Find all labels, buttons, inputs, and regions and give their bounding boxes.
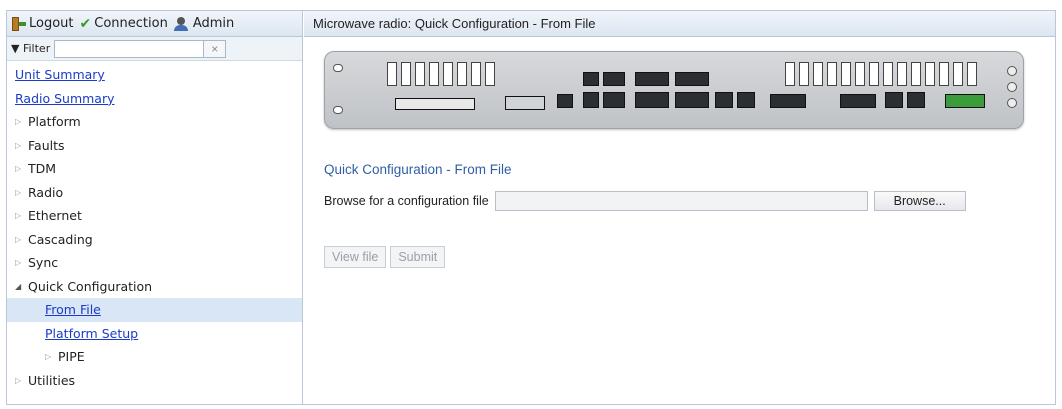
tree-item-label: Faults	[28, 137, 65, 153]
filter-bar: ▼ Filter ×	[7, 37, 302, 61]
tree-item-cascading[interactable]: ▷ Cascading	[7, 228, 302, 252]
checkmark-icon: ✔	[79, 15, 92, 32]
triangle-right-icon: ▷	[15, 258, 22, 268]
action-buttons: View file Submit	[324, 246, 446, 268]
tree-item-radio[interactable]: ▷ Radio	[7, 181, 302, 205]
triangle-right-icon: ▷	[15, 211, 22, 221]
sfp-port	[635, 72, 669, 86]
tree-link-label: Platform Setup	[45, 325, 139, 341]
browse-button[interactable]: Browse...	[873, 191, 966, 211]
admin-user-icon	[173, 16, 190, 31]
tree-item-from-file[interactable]: From File	[7, 298, 302, 322]
ethernet-port	[715, 92, 733, 108]
ethernet-port	[907, 92, 925, 108]
tree-item-unit-summary[interactable]: Unit Summary	[7, 63, 302, 87]
triangle-down-icon: ▼	[11, 42, 20, 55]
tree-item-label: Utilities	[28, 372, 76, 388]
logout-button[interactable]: Logout	[12, 16, 74, 31]
tree-item-label: PIPE	[58, 349, 85, 365]
view-file-button[interactable]: View file	[324, 246, 387, 268]
vent-slots	[387, 62, 495, 86]
connection-button[interactable]: ✔ Connection	[80, 16, 168, 31]
mount-hole-icon	[333, 64, 343, 72]
ethernet-port	[583, 92, 599, 108]
tree-item-label: Ethernet	[28, 208, 82, 224]
triangle-right-icon: ▷	[15, 375, 22, 385]
tree-link-label: From File	[45, 302, 101, 318]
ethernet-port	[603, 92, 625, 108]
close-icon: ×	[211, 41, 219, 56]
filter-input[interactable]	[54, 39, 205, 58]
tree-item-label: TDM	[28, 161, 57, 177]
triangle-right-icon: ▷	[15, 164, 22, 174]
tree-item-tdm[interactable]: ▷ TDM	[7, 157, 302, 181]
ethernet-port	[603, 72, 625, 86]
tree-item-label: Cascading	[28, 231, 93, 247]
section-title: Quick Configuration - From File	[324, 162, 512, 177]
logout-label: Logout	[29, 16, 74, 31]
navigation-panel: Logout ✔ Connection Admin ▼ Filter × Uni…	[7, 11, 303, 404]
triangle-right-icon: ▷	[15, 117, 22, 127]
sfp-port	[840, 94, 876, 108]
triangle-right-icon: ▷	[15, 234, 22, 244]
sfp-port	[675, 92, 709, 108]
tree-item-utilities[interactable]: ▷ Utilities	[7, 369, 302, 393]
navigation-tree: Unit Summary Radio Summary ▷ Platform ▷ …	[7, 61, 302, 392]
sfp-port	[635, 92, 669, 108]
tree-item-ethernet[interactable]: ▷ Ethernet	[7, 204, 302, 228]
browse-row: Browse for a configuration file Browse..…	[324, 191, 966, 211]
connector-port	[505, 96, 545, 110]
ethernet-port	[583, 72, 599, 86]
page-title: Microwave radio: Quick Configuration - F…	[304, 11, 1055, 37]
ethernet-port	[557, 94, 573, 108]
power-connector	[945, 94, 985, 108]
triangle-right-icon: ▷	[45, 352, 52, 362]
admin-label: Admin	[192, 16, 235, 31]
knob-icon	[1007, 66, 1017, 76]
vent-slots	[785, 62, 977, 86]
tree-item-quick-configuration[interactable]: ◢ Quick Configuration	[7, 275, 302, 299]
submit-button[interactable]: Submit	[390, 246, 446, 268]
tree-item-label: Radio	[28, 184, 64, 200]
knob-icon	[1007, 98, 1017, 108]
ethernet-port	[885, 92, 903, 108]
tree-item-label: Quick Configuration	[28, 278, 153, 294]
tree-item-pipe[interactable]: ▷ PIPE	[7, 345, 302, 369]
app-frame: Logout ✔ Connection Admin ▼ Filter × Uni…	[6, 10, 1056, 405]
tree-item-sync[interactable]: ▷ Sync	[7, 251, 302, 275]
connector-port	[395, 98, 475, 110]
mount-hole-icon	[333, 106, 343, 114]
device-front-panel-image	[324, 51, 1024, 129]
clear-filter-button[interactable]: ×	[204, 39, 227, 58]
tree-item-platform[interactable]: ▷ Platform	[7, 110, 302, 134]
tree-link-label: Unit Summary	[15, 67, 105, 83]
top-toolbar: Logout ✔ Connection Admin	[7, 11, 302, 37]
filter-label: Filter	[22, 42, 51, 55]
tree-item-label: Platform	[28, 114, 81, 130]
ethernet-port	[737, 92, 755, 108]
triangle-right-icon: ▷	[15, 187, 22, 197]
triangle-expanded-icon: ◢	[15, 281, 22, 291]
tree-link-label: Radio Summary	[15, 90, 115, 106]
tree-item-radio-summary[interactable]: Radio Summary	[7, 87, 302, 111]
sfp-port	[675, 72, 709, 86]
tree-item-label: Sync	[28, 255, 59, 271]
logout-icon	[12, 16, 26, 31]
triangle-right-icon: ▷	[15, 140, 22, 150]
connection-label: Connection	[94, 16, 168, 31]
tree-item-faults[interactable]: ▷ Faults	[7, 134, 302, 158]
filter-toggle[interactable]: ▼ Filter	[11, 42, 50, 55]
knob-icon	[1007, 82, 1017, 92]
browse-label: Browse for a configuration file	[324, 194, 489, 208]
tree-item-platform-setup[interactable]: Platform Setup	[7, 322, 302, 346]
file-path-input[interactable]	[494, 191, 868, 211]
sfp-port	[770, 94, 806, 108]
admin-button[interactable]: Admin	[173, 16, 235, 31]
content-panel: Microwave radio: Quick Configuration - F…	[304, 11, 1055, 404]
